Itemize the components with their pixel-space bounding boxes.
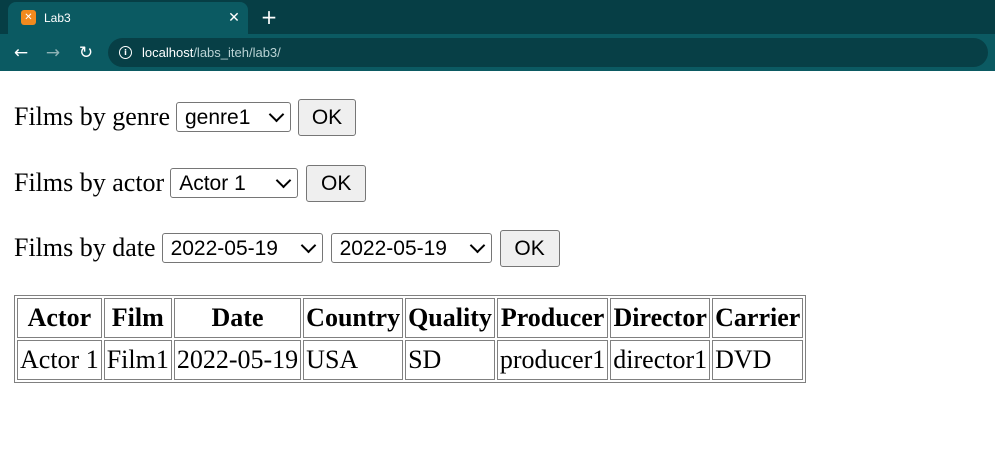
date-to-select[interactable]: 2022-05-19 [330,233,492,263]
actor-select[interactable]: Actor 1 [170,168,299,198]
arrow-left-icon[interactable]: ← [10,42,32,64]
table-header-row: Actor Film Date Country Quality Producer… [17,298,804,338]
column-header-director: Director [610,298,711,338]
cell-director: director1 [610,340,711,380]
column-header-producer: Producer [496,298,609,338]
cell-quality: SD [405,340,495,380]
cell-country: USA [303,340,404,380]
date-filter-row: Films by date 2022-05-19 2022-05-19 OK [14,229,560,267]
chevron-down-icon [275,172,292,189]
url-path: /labs_iteh/lab3/ [193,45,281,60]
table-row: Actor 1 Film1 2022-05-19 USA SD producer… [17,340,804,380]
arrow-right-icon[interactable]: → [42,42,64,64]
column-header-date: Date [173,298,302,338]
genre-ok-button[interactable]: OK [298,98,356,136]
actor-ok-button[interactable]: OK [306,164,367,202]
column-header-film: Film [103,298,172,338]
column-header-quality: Quality [405,298,495,338]
genre-filter-row: Films by genre genre1 OK [14,98,356,136]
results-table: Actor Film Date Country Quality Producer… [14,295,807,383]
date-to-value: 2022-05-19 [339,237,447,260]
cell-date: 2022-05-19 [173,340,302,380]
url-text: localhost/labs_iteh/lab3/ [142,44,281,61]
cell-film: Film1 [103,340,172,380]
chevron-down-icon [300,237,316,254]
actor-filter-row: Films by actor Actor 1 OK [14,164,367,202]
date-ok-button[interactable]: OK [499,229,560,267]
actor-select-value: Actor 1 [179,172,246,195]
genre-select-value: genre1 [185,106,251,129]
date-filter-label: Films by date [14,233,156,262]
browser-tab[interactable]: ✕ Lab3 ✕ [8,2,248,34]
genre-filter-label: Films by genre [14,102,170,131]
actor-filter-label: Films by actor [14,168,165,197]
cell-carrier: DVD [712,340,804,380]
close-icon[interactable]: ✕ [225,9,243,27]
genre-select[interactable]: genre1 [176,102,291,132]
date-from-value: 2022-05-19 [170,237,278,260]
reload-icon[interactable]: ↻ [75,42,97,64]
tab-title: Lab3 [44,11,71,25]
url-host: localhost [142,45,194,60]
xampp-icon: ✕ [21,10,36,25]
cell-producer: producer1 [496,340,609,380]
chevron-down-icon [469,237,485,254]
plus-icon[interactable]: + [259,7,279,27]
column-header-country: Country [303,298,404,338]
column-header-carrier: Carrier [712,298,804,338]
tab-strip: ✕ Lab3 ✕ + [0,0,995,34]
date-from-select[interactable]: 2022-05-19 [161,233,323,263]
chevron-down-icon [268,106,285,123]
cell-actor: Actor 1 [17,340,102,380]
info-icon[interactable]: i [119,46,132,59]
address-bar[interactable]: i localhost/labs_iteh/lab3/ [108,38,988,67]
column-header-actor: Actor [17,298,102,338]
browser-toolbar: ← → ↻ i localhost/labs_iteh/lab3/ [0,34,995,71]
